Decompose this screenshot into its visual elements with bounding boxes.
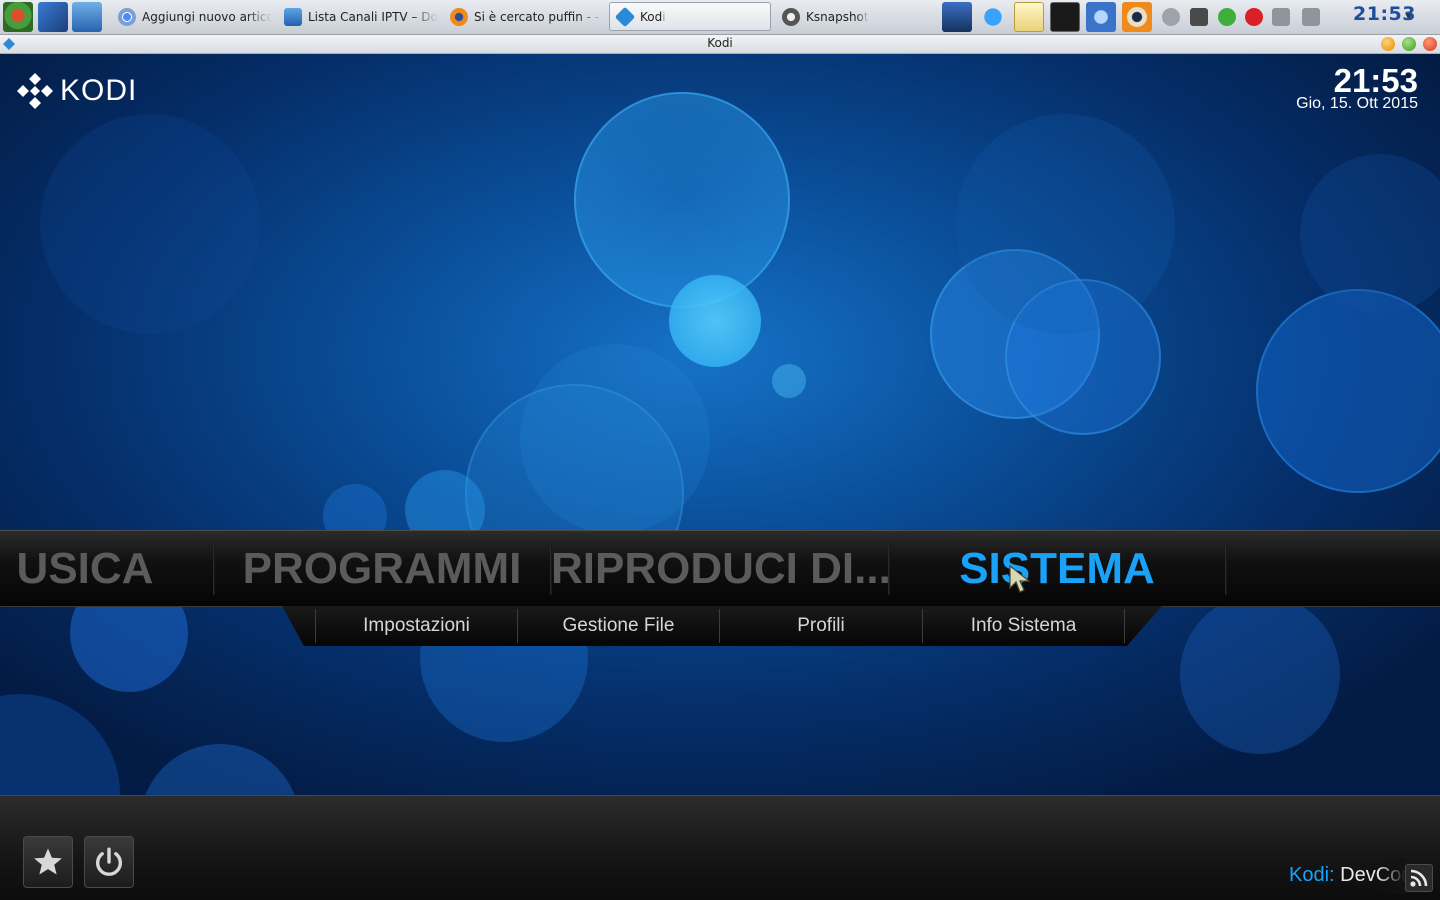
bokeh-circle (40, 114, 260, 334)
menu-item-sistema[interactable]: SISTEMA (889, 531, 1225, 606)
submenu-item-info-sistema[interactable]: Info Sistema (923, 606, 1124, 646)
network-tool-icon[interactable] (1086, 2, 1116, 32)
task-label: Aggiungi nuovo articolo (142, 9, 272, 24)
power-button[interactable] (84, 836, 134, 888)
app-menu-icon[interactable] (3, 2, 33, 32)
bokeh-circle (669, 275, 761, 367)
kodi-date: Gio, 15. Ott 2015 (1296, 95, 1418, 112)
task-label: Ksnapshot (806, 9, 869, 24)
bokeh-circle (574, 92, 790, 308)
task-kodi[interactable]: Kodi (609, 2, 771, 31)
rss-fade (1378, 858, 1406, 894)
submenu-item-gestione-file[interactable]: Gestione File (518, 606, 719, 646)
rss-label: Kodi: (1289, 864, 1335, 886)
bokeh-circle (1180, 594, 1340, 754)
kodi-logo-icon (17, 73, 53, 109)
submenu-item-profili[interactable]: Profili (720, 606, 922, 646)
menu-item-programmi[interactable]: PROGRAMMI (214, 531, 550, 606)
mega-icon[interactable] (1245, 8, 1263, 26)
close-button[interactable] (1423, 37, 1437, 51)
video-editor-icon[interactable] (942, 2, 972, 32)
power-icon (95, 847, 123, 876)
dolphin-launcher-icon[interactable] (72, 2, 102, 32)
terminal-icon[interactable] (1050, 2, 1080, 32)
task-ksnapshot[interactable]: Ksnapshot (776, 2, 936, 31)
kodi-window: KODI 21:53 Gio, 15. Ott 2015 USICA PROGR… (0, 54, 1440, 900)
task-firefox[interactable]: Si è cercato puffin - - M (444, 2, 604, 31)
bokeh-circle (772, 364, 806, 398)
kodi-logo: KODI (16, 72, 137, 110)
maximize-button[interactable] (1402, 37, 1416, 51)
rss-icon[interactable] (1405, 864, 1433, 892)
window-title: Kodi (707, 36, 733, 50)
task-label: Si è cercato puffin - - M (474, 9, 604, 24)
volume-icon[interactable] (1272, 8, 1290, 26)
taskbar: Aggiungi nuovo articolo Lista Canali IPT… (0, 0, 1440, 35)
clipboard-icon[interactable] (1162, 8, 1180, 26)
updates-icon[interactable] (1218, 8, 1236, 26)
text-editor-icon[interactable] (1014, 2, 1044, 32)
bottom-bar: Kodi: DevCon (0, 795, 1440, 900)
eye-app-icon[interactable] (1122, 2, 1152, 32)
menu-item-riproduci-disco[interactable]: RIPRODUCI DI... (551, 531, 891, 606)
bokeh-circle (1256, 289, 1440, 493)
menu-item-musica[interactable]: USICA (0, 531, 210, 606)
bokeh-circle (520, 344, 710, 534)
firefox-icon (450, 7, 468, 26)
submenu: Impostazioni Gestione File Profili Info … (282, 606, 1162, 646)
submenu-item-impostazioni[interactable]: Impostazioni (316, 606, 517, 646)
task-chrome[interactable]: Aggiungi nuovo articolo (112, 2, 272, 31)
window-titlebar[interactable]: Kodi (0, 35, 1440, 54)
network-icon[interactable] (1302, 8, 1320, 26)
camera-icon (782, 7, 800, 26)
taskbar-clock[interactable]: 21:53 (1353, 3, 1416, 25)
kodi-icon (614, 6, 636, 27)
favourites-button[interactable] (23, 836, 73, 888)
star-icon (34, 848, 62, 875)
chrome-icon (118, 7, 136, 26)
bokeh-circle (1300, 154, 1440, 314)
task-label: Kodi (640, 9, 666, 24)
desktop-icon[interactable] (38, 2, 68, 32)
dolphin-icon (284, 7, 302, 26)
dropbox-icon[interactable] (1190, 8, 1208, 26)
task-label: Lista Canali IPTV – Dol (308, 9, 438, 24)
mouse-cursor-icon (1009, 564, 1031, 593)
kodi-logo-text: KODI (60, 74, 138, 107)
task-dolphin[interactable]: Lista Canali IPTV – Dol (278, 2, 438, 31)
menu-separator (1225, 545, 1226, 595)
kodi-launcher-icon[interactable] (978, 2, 1008, 32)
submenu-separator (1124, 609, 1125, 643)
main-menu: USICA PROGRAMMI RIPRODUCI DI... SISTEMA (0, 530, 1440, 607)
bokeh-circle (955, 114, 1175, 334)
minimize-button[interactable] (1381, 37, 1395, 51)
